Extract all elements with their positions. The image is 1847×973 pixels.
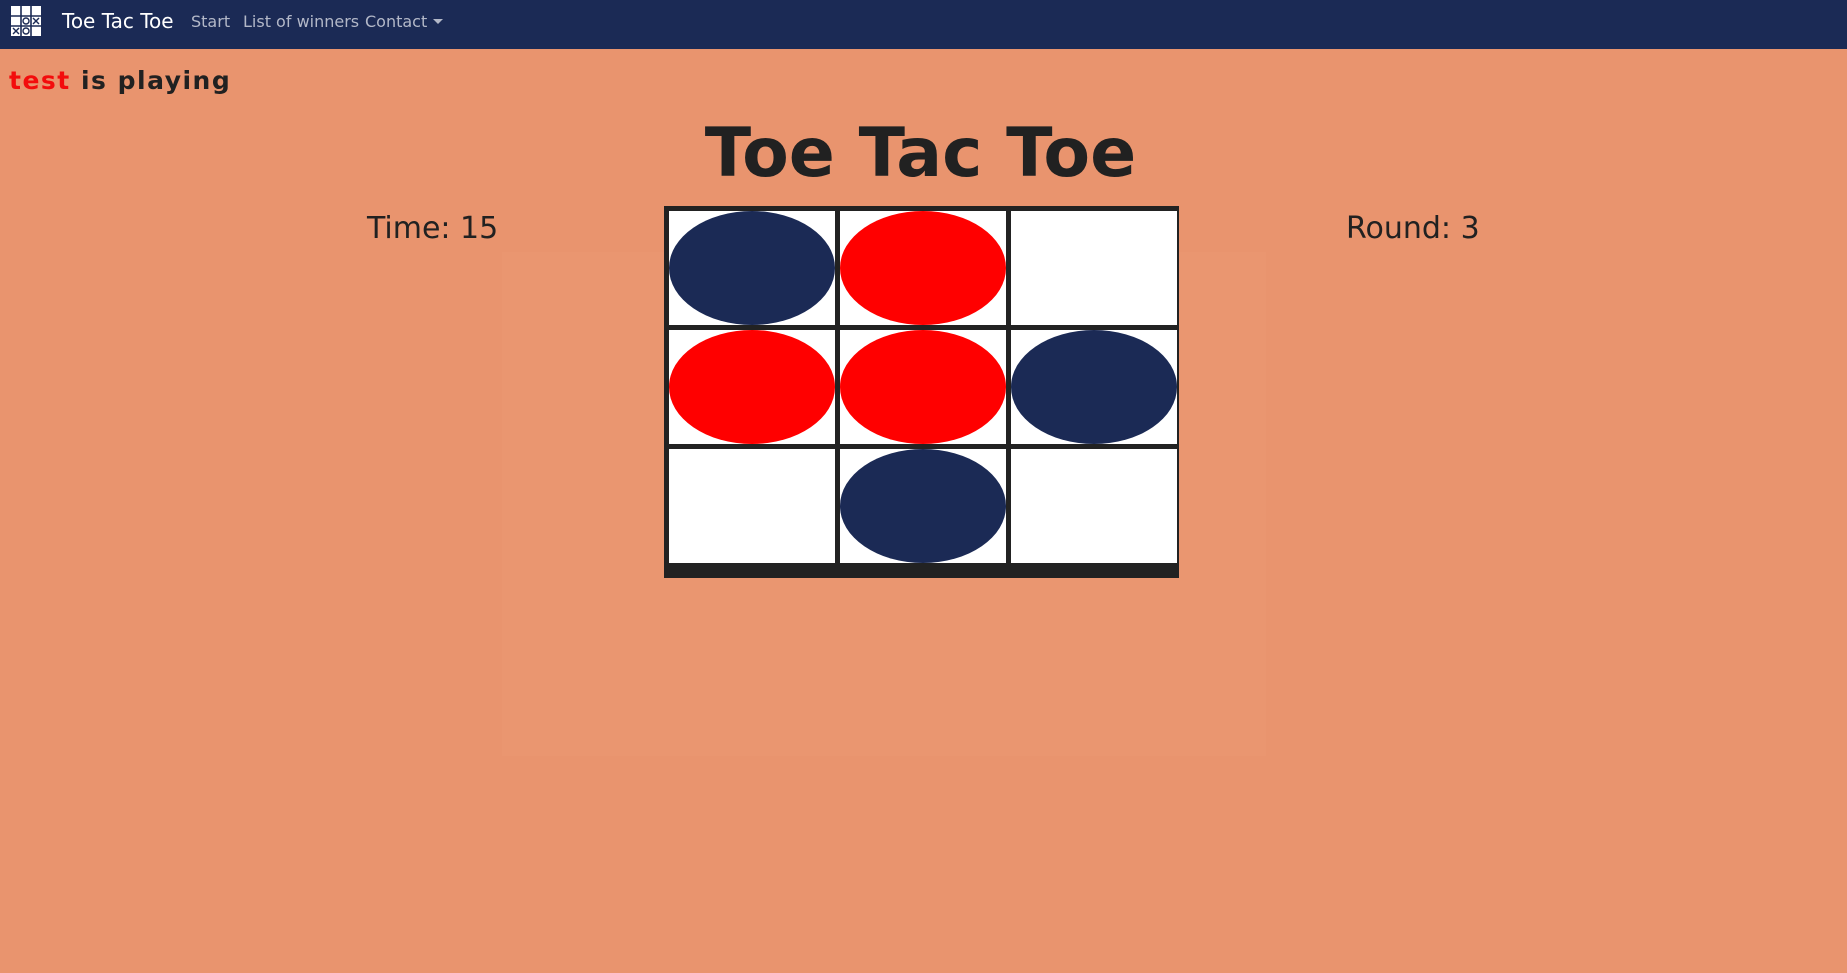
- page-title: Toe Tac Toe: [704, 114, 1137, 193]
- round-label: Round: 3: [1346, 211, 1480, 246]
- board-cell-1-2[interactable]: [840, 211, 1006, 325]
- board-cell-2-1[interactable]: [669, 330, 835, 444]
- player-name: test: [9, 66, 71, 95]
- blue-piece: [840, 449, 1006, 563]
- red-piece: [840, 330, 1006, 444]
- board-cell-3-3[interactable]: [1011, 449, 1177, 563]
- chevron-down-icon: [433, 19, 444, 24]
- board-cell-3-1[interactable]: [669, 449, 835, 563]
- board-cell-3-2[interactable]: [840, 449, 1006, 563]
- board-cell-2-3[interactable]: [1011, 330, 1177, 444]
- blue-piece: [669, 211, 835, 325]
- nav-contact-dropdown[interactable]: Contact: [365, 12, 444, 32]
- nav-winners-link[interactable]: List of winners: [243, 12, 359, 32]
- red-piece: [669, 330, 835, 444]
- player-status-text: is playing: [80, 66, 232, 95]
- player-status: test is playing: [9, 66, 231, 96]
- red-piece: [840, 211, 1006, 325]
- board-cell-2-2[interactable]: [840, 330, 1006, 444]
- game-board: [664, 206, 1179, 578]
- blue-piece: [1011, 330, 1177, 444]
- board-cell-1-1[interactable]: [669, 211, 835, 325]
- tic-tac-toe-grid-icon[interactable]: [11, 6, 41, 36]
- brand-link[interactable]: Toe Tac Toe: [62, 9, 174, 33]
- nav-contact-label: Contact: [365, 12, 428, 31]
- timer-label: Time: 15: [367, 211, 499, 246]
- board-cell-1-3[interactable]: [1011, 211, 1177, 325]
- nav-start-link[interactable]: Start: [191, 12, 230, 32]
- navbar: Toe Tac Toe Start List of winners Contac…: [0, 0, 1847, 49]
